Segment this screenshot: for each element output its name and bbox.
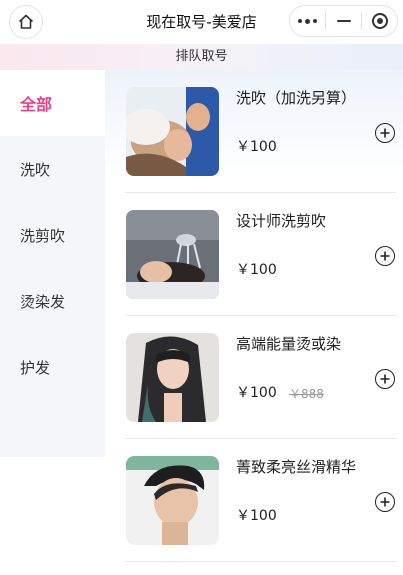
sidebar-item-wash-blow[interactable]: 洗吹 <box>0 136 105 202</box>
home-button[interactable] <box>9 5 43 39</box>
more-button[interactable] <box>290 6 325 36</box>
list-item[interactable]: 高端能量烫或染 ￥100 ￥888 <box>125 316 396 439</box>
sidebar-item-label: 护发 <box>20 358 51 377</box>
hair-rinse-photo <box>126 210 219 299</box>
more-icon <box>298 18 317 24</box>
category-sidebar: 全部 洗吹 洗剪吹 烫染发 护发 <box>0 70 105 457</box>
list-item[interactable]: 菁致柔亮丝滑精华 ￥100 <box>125 439 396 562</box>
sidebar-item-all[interactable]: 全部 <box>0 70 105 136</box>
plus-icon <box>380 251 390 261</box>
home-icon <box>18 14 34 29</box>
product-name: 设计师洗剪吹 <box>236 212 327 230</box>
sidebar-item-label: 洗吹 <box>20 160 51 179</box>
capsule-menu <box>289 5 398 37</box>
short-hair-model-photo <box>126 456 219 545</box>
plus-icon <box>380 374 390 384</box>
list-item[interactable]: 洗吹（加洗另算） ￥100 <box>125 70 396 193</box>
close-button[interactable] <box>362 6 397 36</box>
product-name: 洗吹（加洗另算） <box>236 89 357 107</box>
sidebar-item-label: 烫染发 <box>20 292 66 311</box>
product-price: ￥100 <box>236 385 277 401</box>
minimize-icon <box>336 20 351 22</box>
add-button[interactable] <box>375 492 395 512</box>
sidebar-item-label: 全部 <box>20 95 53 114</box>
add-button[interactable] <box>375 369 395 389</box>
plus-icon <box>380 497 390 507</box>
close-target-icon <box>371 13 388 29</box>
add-button[interactable] <box>375 246 395 266</box>
product-name: 高端能量烫或染 <box>236 335 342 353</box>
sidebar-item-wash-cut-blow[interactable]: 洗剪吹 <box>0 202 105 268</box>
sidebar-item-label: 洗剪吹 <box>20 226 66 245</box>
sidebar-item-hair-care[interactable]: 护发 <box>0 334 105 400</box>
navigation-bar: 现在取号-美爱店 <box>0 0 403 44</box>
queue-subheader: 排队取号 <box>0 44 403 70</box>
sidebar-item-perm-dye[interactable]: 烫染发 <box>0 268 105 334</box>
product-price: ￥100 <box>236 139 277 155</box>
product-list: 洗吹（加洗另算） ￥100 设计师洗剪吹 ￥100 高端能量烫或染 ￥100 ￥… <box>105 70 403 575</box>
hair-wash-photo <box>126 87 219 176</box>
original-price: ￥888 <box>289 387 324 401</box>
product-price: ￥100 <box>236 262 277 278</box>
long-hair-model-photo <box>126 333 219 422</box>
minimize-button[interactable] <box>326 6 361 36</box>
add-button[interactable] <box>375 123 395 143</box>
list-item[interactable]: 设计师洗剪吹 ￥100 <box>125 193 396 316</box>
product-name: 菁致柔亮丝滑精华 <box>236 458 357 476</box>
product-price: ￥100 <box>236 508 277 524</box>
plus-icon <box>380 128 390 138</box>
